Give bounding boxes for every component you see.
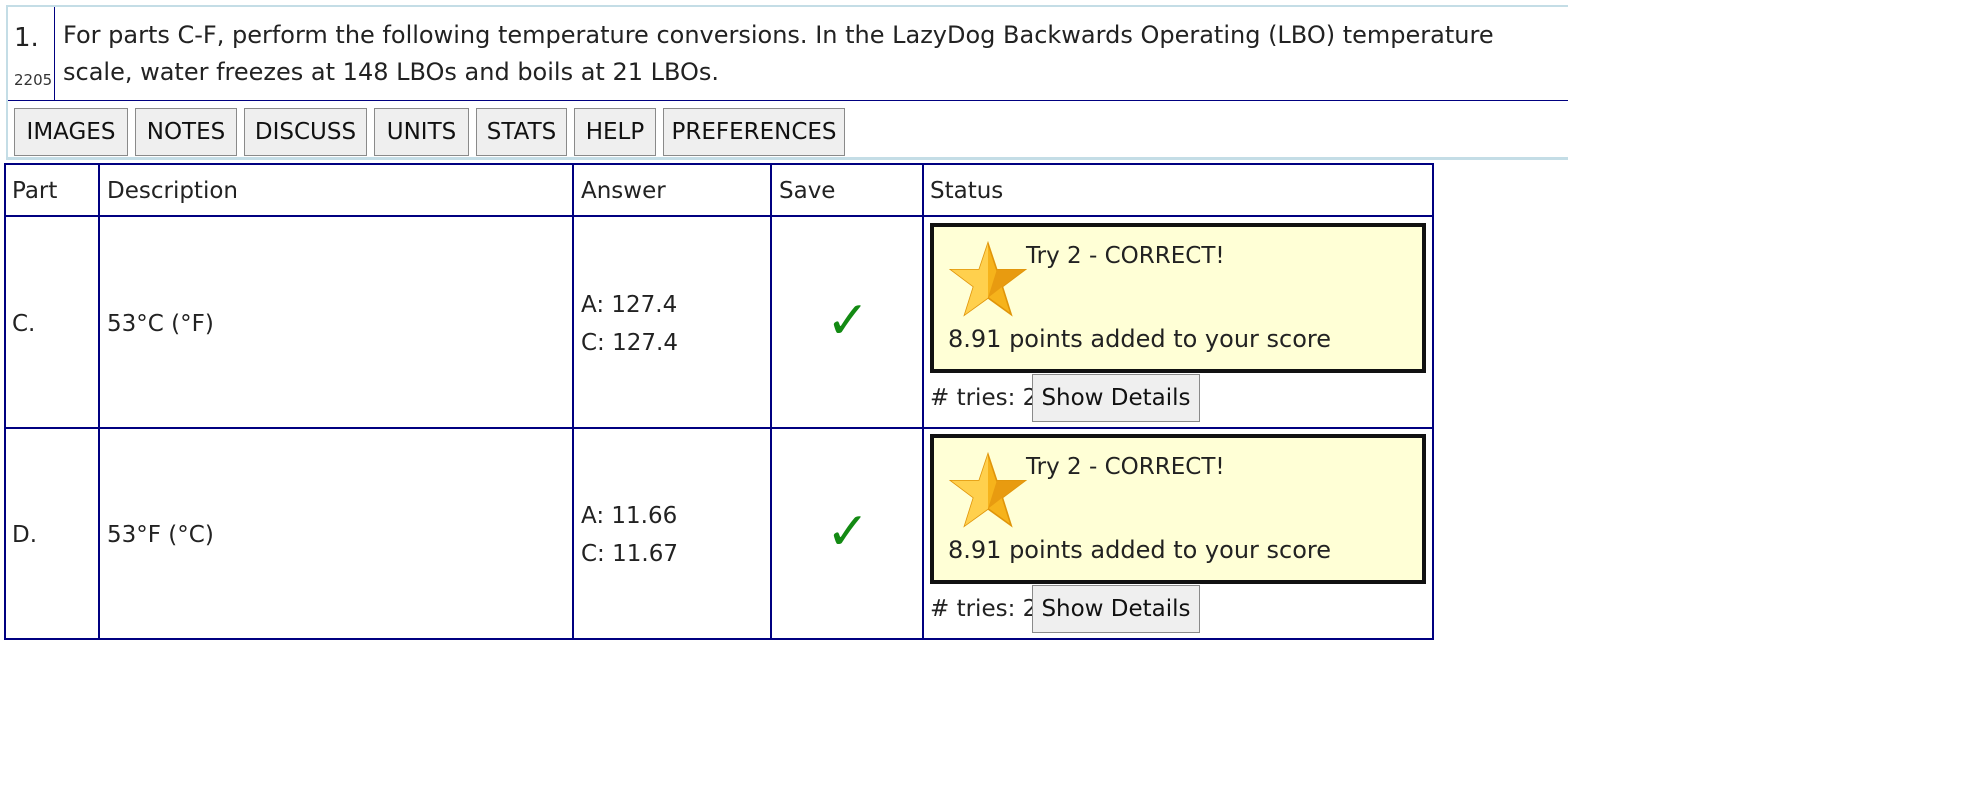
column-divider [922,163,924,640]
header-answer: Answer [581,178,666,204]
correct-answer: C: 11.67 [581,541,678,567]
submitted-answer: A: 127.4 [581,292,678,318]
tries-count: # tries: 2 [930,596,1038,622]
problem-number: 1. [14,23,39,53]
tries-count: # tries: 2 [930,385,1038,411]
table-border-right [1432,163,1434,640]
show-details-button[interactable]: Show Details [1032,374,1200,422]
header-row-divider [4,215,1434,217]
part-label: C. [12,311,36,337]
answer-cell: A: 11.66 C: 11.67 [581,497,678,573]
header-save: Save [779,178,836,204]
part-description: 53°C (°F) [107,311,214,337]
table-border-left [4,163,6,640]
status-box: Try 2 - CORRECT! 8.91 points added to yo… [930,223,1426,373]
answer-cell: A: 127.4 C: 127.4 [581,286,678,362]
problem-id: 2205 [14,71,53,89]
column-divider [572,163,574,640]
status-title: Try 2 - CORRECT! [1026,243,1225,269]
part-label: D. [12,522,38,548]
units-button[interactable]: UNITS [374,108,469,156]
row-divider [4,427,1434,429]
discuss-button[interactable]: DISCUSS [244,108,367,156]
problem-page: 1. 2205 For parts C-F, perform the follo… [0,0,1568,640]
star-icon [948,452,1028,528]
star-icon [948,241,1028,317]
header-part: Part [12,178,58,204]
images-button[interactable]: IMAGES [14,108,128,156]
status-points: 8.91 points added to your score [948,536,1332,564]
correct-answer: C: 127.4 [581,330,678,356]
checkmark-icon: ✓ [826,291,870,351]
notes-button[interactable]: NOTES [135,108,237,156]
preferences-button[interactable]: PREFERENCES [663,108,845,156]
checkmark-icon: ✓ [826,502,870,562]
status-title: Try 2 - CORRECT! [1026,454,1225,480]
table-border-top [4,163,1434,165]
show-details-button[interactable]: Show Details [1032,585,1200,633]
part-description: 53°F (°C) [107,522,214,548]
table-border-bottom [4,638,1434,640]
column-divider [770,163,772,640]
header-divider [8,100,1568,101]
header-description: Description [107,178,238,204]
help-button[interactable]: HELP [574,108,656,156]
status-box: Try 2 - CORRECT! 8.91 points added to yo… [930,434,1426,584]
status-points: 8.91 points added to your score [948,325,1332,353]
answers-table: Part Description Answer Save Status C. 5… [4,163,1434,640]
header-status: Status [930,178,1004,204]
problem-statement: For parts C-F, perform the following tem… [63,21,1494,86]
stats-button[interactable]: STATS [476,108,567,156]
problem-number-column: 1. 2205 [8,7,55,100]
column-divider [98,163,100,640]
submitted-answer: A: 11.66 [581,503,678,529]
problem-header: 1. 2205 For parts C-F, perform the follo… [6,5,1568,160]
